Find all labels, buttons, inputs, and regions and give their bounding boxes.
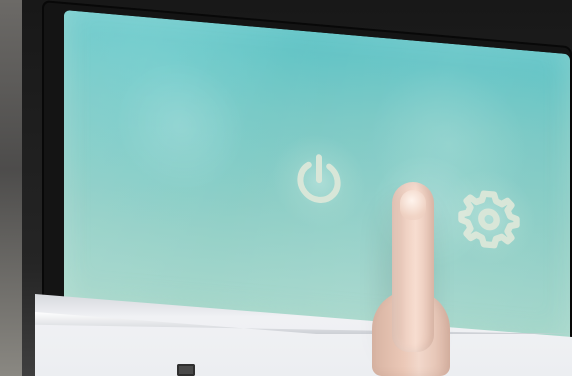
small-port bbox=[177, 364, 195, 376]
device-photo bbox=[0, 0, 572, 376]
power-icon bbox=[297, 154, 341, 203]
gear-icon bbox=[458, 190, 520, 249]
settings-button[interactable] bbox=[443, 167, 535, 268]
power-button[interactable] bbox=[273, 131, 365, 232]
